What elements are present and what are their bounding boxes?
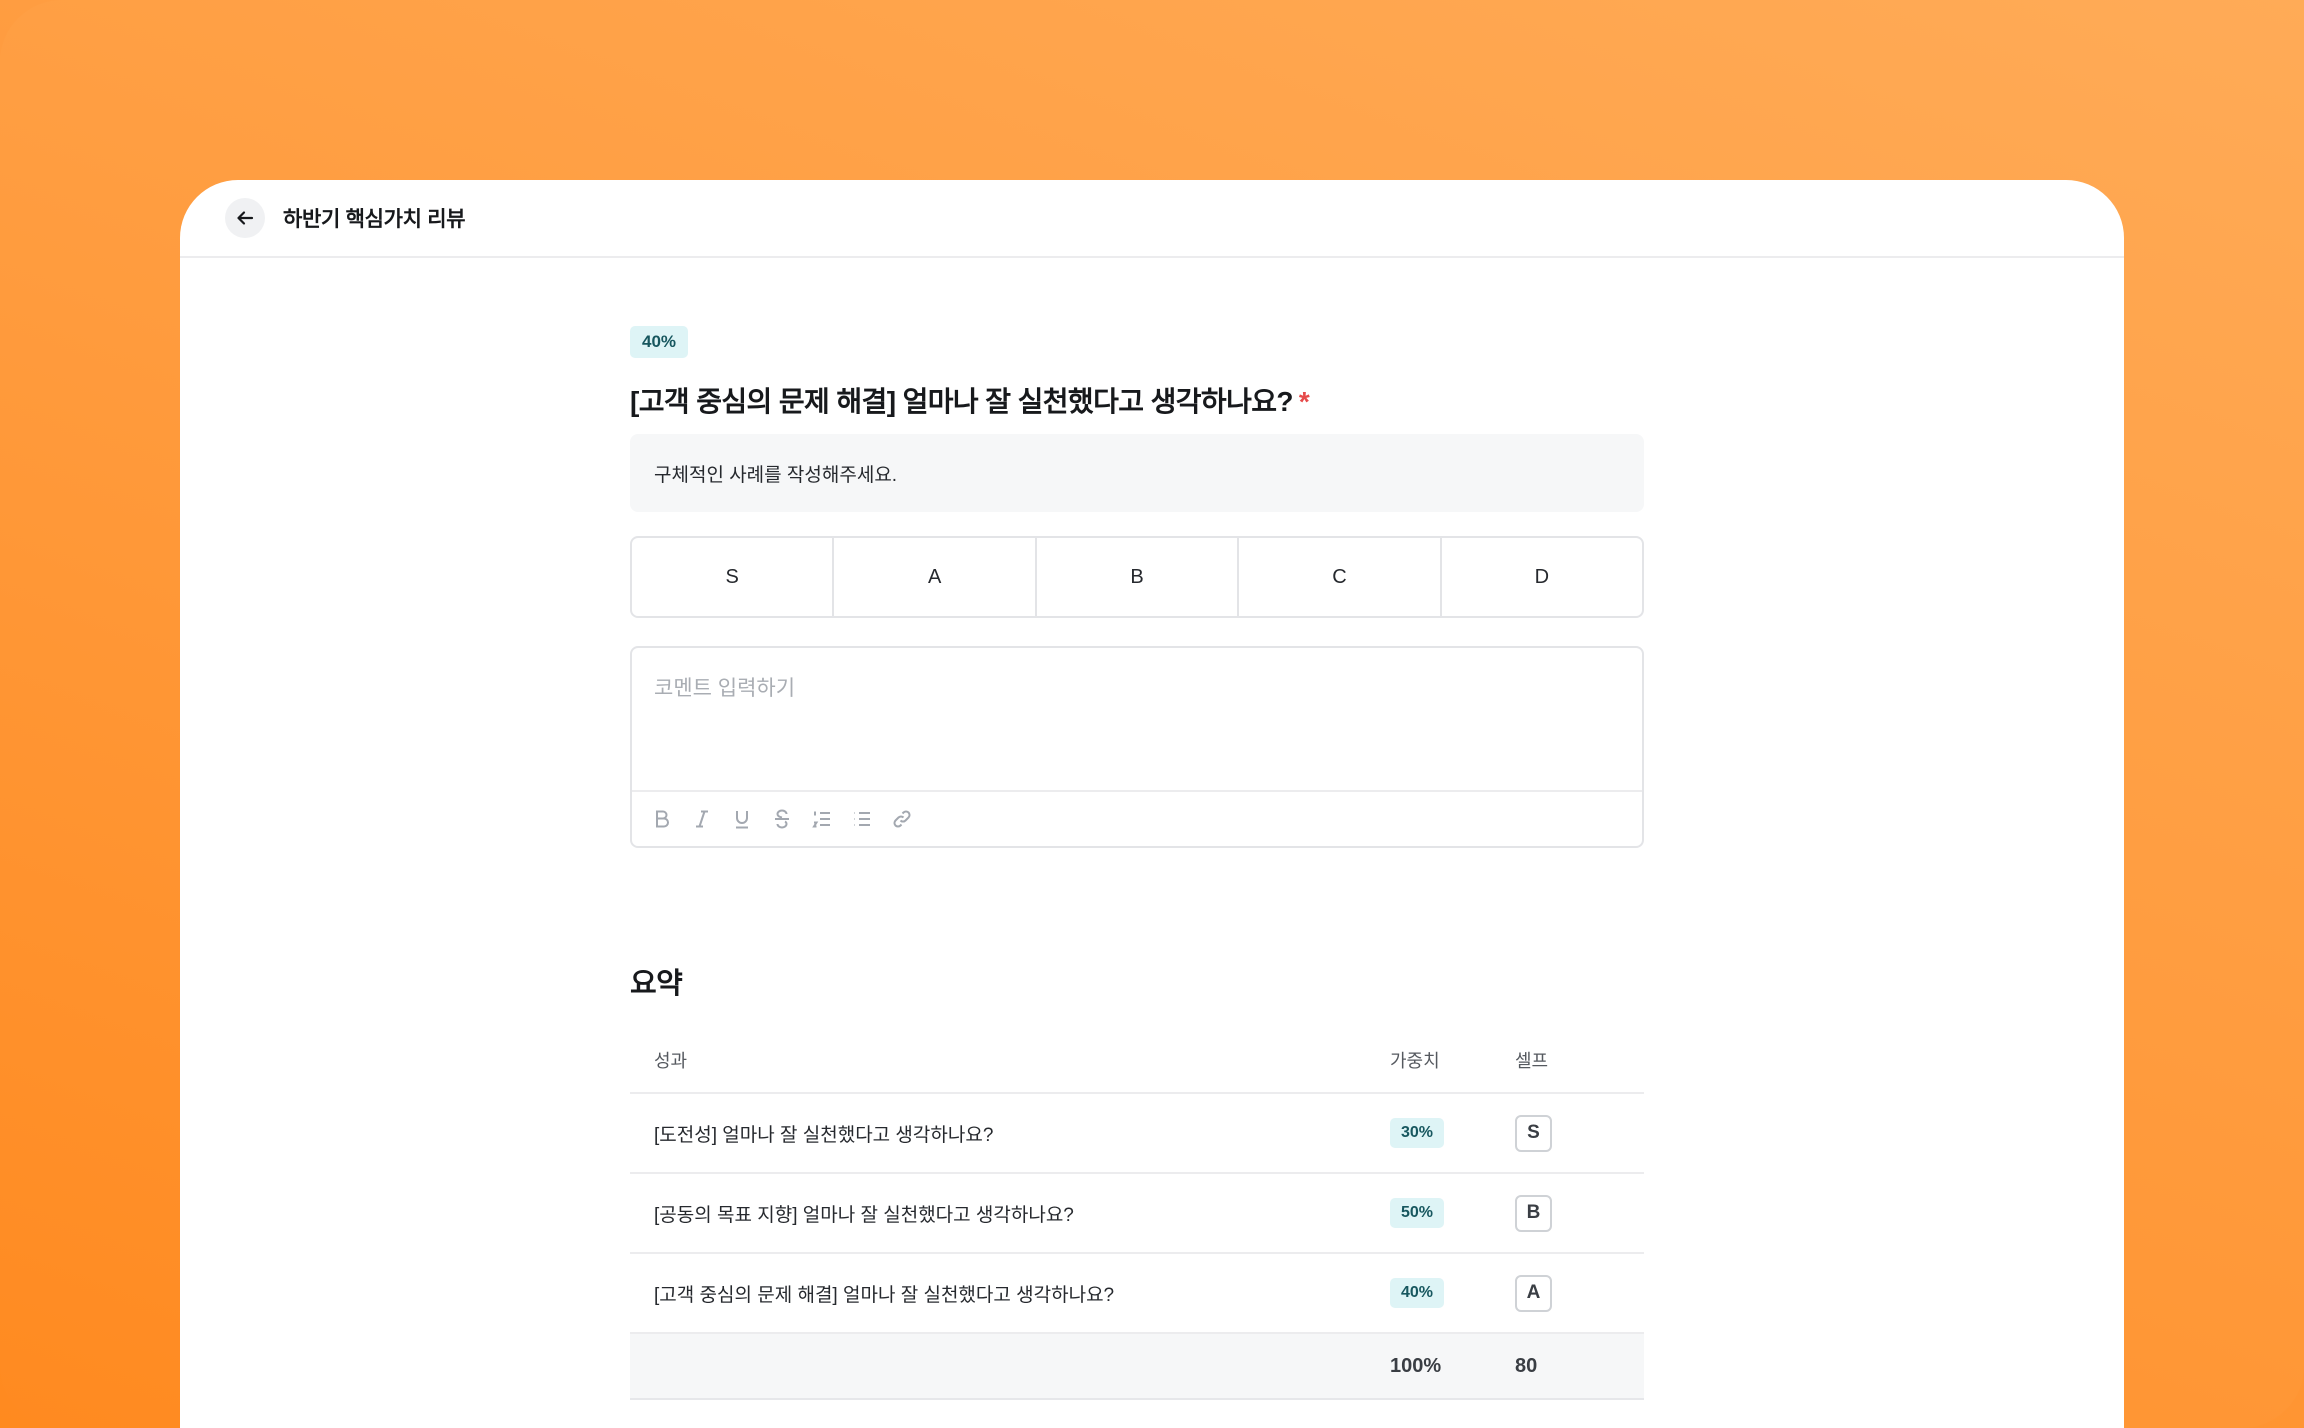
summary-table: 성과 가중치 셀프 [도전성] 얼마나 잘 실천했다고 생각하나요? 30% S… (630, 1028, 1644, 1400)
row-self-grade: A (1515, 1274, 1552, 1312)
back-button[interactable] (225, 198, 265, 238)
question-text: [고객 중심의 문제 해결] 얼마나 잘 실천했다고 생각하나요? (630, 386, 1293, 417)
bold-icon[interactable] (650, 807, 674, 831)
grade-option-b[interactable]: B (1034, 538, 1237, 616)
row-weight-badge: 40% (1390, 1278, 1445, 1308)
table-row: [공동의 목표 지향] 얼마나 잘 실천했다고 생각하나요? 50% B (630, 1174, 1644, 1254)
row-self-grade: S (1515, 1114, 1552, 1152)
editor-toolbar (632, 790, 1642, 846)
grade-option-a[interactable]: A (832, 538, 1034, 616)
table-header: 성과 가중치 셀프 (630, 1028, 1644, 1094)
grade-option-s[interactable]: S (632, 538, 832, 616)
row-item: [도전성] 얼마나 잘 실천했다고 생각하나요? (654, 1124, 994, 1146)
summary-title: 요약 (630, 968, 683, 1000)
top-bar: 하반기 핵심가치 리뷰 (180, 180, 2124, 258)
required-mark: * (1298, 386, 1310, 417)
comment-input[interactable] (632, 648, 1642, 790)
column-header-item: 성과 (654, 1051, 688, 1071)
app-window: 하반기 핵심가치 리뷰 40% [고객 중심의 문제 해결] 얼마나 잘 실천했… (180, 180, 2124, 1428)
table-row: [도전성] 얼마나 잘 실천했다고 생각하나요? 30% S (630, 1094, 1644, 1174)
background-frame: 하반기 핵심가치 리뷰 40% [고객 중심의 문제 해결] 얼마나 잘 실천했… (0, 0, 2304, 1428)
row-weight-badge: 30% (1390, 1118, 1445, 1148)
column-header-weight: 가중치 (1390, 1051, 1440, 1071)
column-header-self: 셀프 (1515, 1051, 1549, 1071)
row-weight-badge: 50% (1390, 1198, 1445, 1228)
underline-icon[interactable] (730, 807, 754, 831)
comment-editor (630, 646, 1644, 848)
bullet-list-icon[interactable] (850, 807, 874, 831)
page-title: 하반기 핵심가치 리뷰 (283, 208, 466, 231)
question-title: [고객 중심의 문제 해결] 얼마나 잘 실천했다고 생각하나요? * (630, 380, 1644, 420)
total-weight: 100% (1390, 1354, 1442, 1377)
strikethrough-icon[interactable] (770, 807, 794, 831)
row-item: [고객 중심의 문제 해결] 얼마나 잘 실천했다고 생각하나요? (654, 1284, 1115, 1306)
ordered-list-icon[interactable] (810, 807, 834, 831)
arrow-left-icon (237, 211, 254, 225)
row-self-grade: B (1515, 1194, 1552, 1232)
table-row: [고객 중심의 문제 해결] 얼마나 잘 실천했다고 생각하나요? 40% A (630, 1254, 1644, 1334)
weight-badge: 40% (630, 326, 689, 358)
grade-selector: S A B C D (630, 536, 1644, 618)
italic-icon[interactable] (690, 807, 714, 831)
question-guide: 구체적인 사례를 작성해주세요. (630, 434, 1644, 512)
grade-option-d[interactable]: D (1439, 538, 1642, 616)
grade-option-c[interactable]: C (1237, 538, 1439, 616)
row-item: [공동의 목표 지향] 얼마나 잘 실천했다고 생각하나요? (654, 1204, 1074, 1226)
link-icon[interactable] (890, 807, 914, 831)
table-total-row: 100% 80 (630, 1334, 1644, 1400)
review-content: 40% [고객 중심의 문제 해결] 얼마나 잘 실천했다고 생각하나요? * 구… (630, 326, 1644, 1400)
total-self-score: 80 (1515, 1354, 1538, 1377)
